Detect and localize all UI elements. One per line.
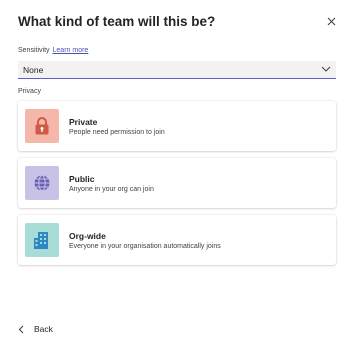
privacy-label: Privacy xyxy=(18,88,41,95)
chevron-down-icon xyxy=(321,66,331,72)
privacy-option-private[interactable]: Private People need permission to join xyxy=(18,101,336,151)
learn-more-link[interactable]: Learn more xyxy=(53,47,89,54)
option-description: People need permission to join xyxy=(69,129,165,136)
chevron-left-icon xyxy=(18,325,24,333)
close-button[interactable] xyxy=(323,13,339,29)
building-icon xyxy=(34,232,48,249)
privacy-option-public[interactable]: Public Anyone in your org can join xyxy=(18,158,336,208)
sensitivity-label: Sensitivity xyxy=(18,47,50,54)
org-wide-tile xyxy=(25,223,59,257)
close-icon xyxy=(327,17,335,25)
option-title: Private xyxy=(69,117,98,127)
back-button[interactable]: Back xyxy=(18,322,53,336)
lock-icon xyxy=(35,117,49,135)
sensitivity-row: Sensitivity Learn more xyxy=(18,47,88,54)
public-tile xyxy=(25,166,59,200)
privacy-option-org-wide[interactable]: Org-wide Everyone in your organisation a… xyxy=(18,215,336,265)
globe-icon xyxy=(34,175,50,191)
option-title: Public xyxy=(69,174,95,184)
option-title: Org-wide xyxy=(69,231,106,241)
option-description: Everyone in your organisation automatica… xyxy=(69,243,221,250)
create-team-dialog: What kind of team will this be? Sensitiv… xyxy=(0,0,356,355)
option-description: Anyone in your org can join xyxy=(69,186,154,193)
back-label: Back xyxy=(34,324,53,334)
dialog-title: What kind of team will this be? xyxy=(18,14,216,29)
sensitivity-selected-value: None xyxy=(23,65,44,75)
sensitivity-dropdown[interactable]: None xyxy=(18,61,336,79)
private-tile xyxy=(25,109,59,143)
